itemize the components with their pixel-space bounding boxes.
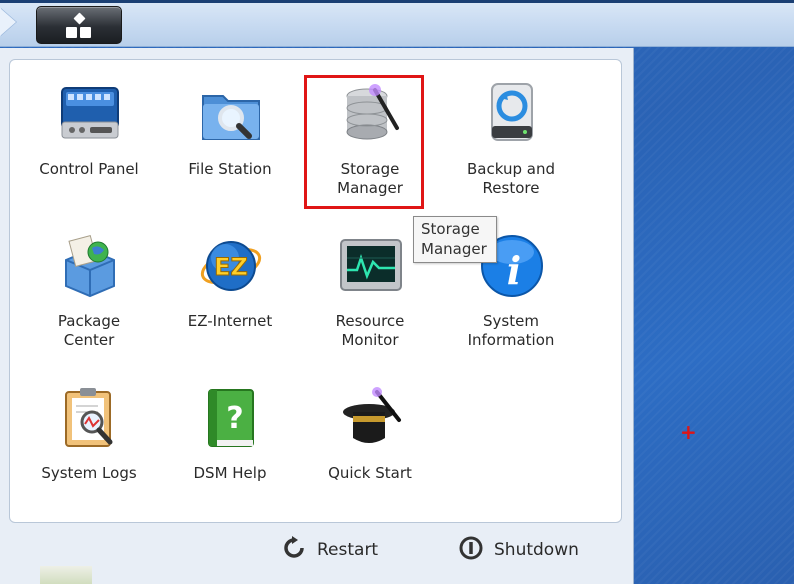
help-book-icon: ? [199, 386, 263, 450]
svg-text:EZ: EZ [214, 253, 248, 281]
desktop-thumbnail [40, 566, 92, 584]
storage-manager-tooltip: Storage Manager [413, 216, 497, 263]
monitor-graph-icon [339, 234, 403, 298]
ez-globe-icon: EZ [199, 234, 263, 298]
app-label: System Information [467, 312, 555, 349]
shutdown-label: Shutdown [494, 540, 579, 560]
app-label: DSM Help [193, 464, 267, 482]
drive-refresh-icon [480, 82, 544, 146]
main-menu-grid-icon [66, 12, 92, 39]
shutdown-button[interactable]: Shutdown [458, 536, 579, 564]
storage-manager-highlight [304, 75, 424, 209]
app-label: Quick Start [328, 464, 412, 482]
taskbar [0, 0, 794, 47]
app-label: System Logs [41, 464, 137, 482]
main-menu-button[interactable] [36, 6, 122, 44]
power-icon [458, 535, 484, 565]
package-box-icon [58, 234, 122, 298]
control-panel-icon [58, 82, 122, 146]
restart-button[interactable]: Restart [281, 536, 378, 564]
app-label: Resource Monitor [335, 312, 405, 349]
folder-search-icon [199, 82, 263, 146]
app-label: EZ-Internet [187, 312, 273, 330]
restart-icon [281, 535, 307, 565]
app-label: Backup and Restore [467, 160, 555, 197]
app-label: Control Panel [39, 160, 139, 178]
app-label: Package Center [57, 312, 121, 349]
svg-text:i: i [507, 248, 521, 293]
magic-hat-icon [339, 386, 403, 450]
app-label: File Station [188, 160, 272, 178]
crosshair-marker-icon: + [680, 420, 697, 444]
svg-text:?: ? [226, 401, 243, 436]
clipboard-magnifier-icon [58, 386, 122, 450]
restart-label: Restart [317, 540, 379, 560]
taskbar-left-arrow-icon[interactable] [0, 8, 16, 36]
